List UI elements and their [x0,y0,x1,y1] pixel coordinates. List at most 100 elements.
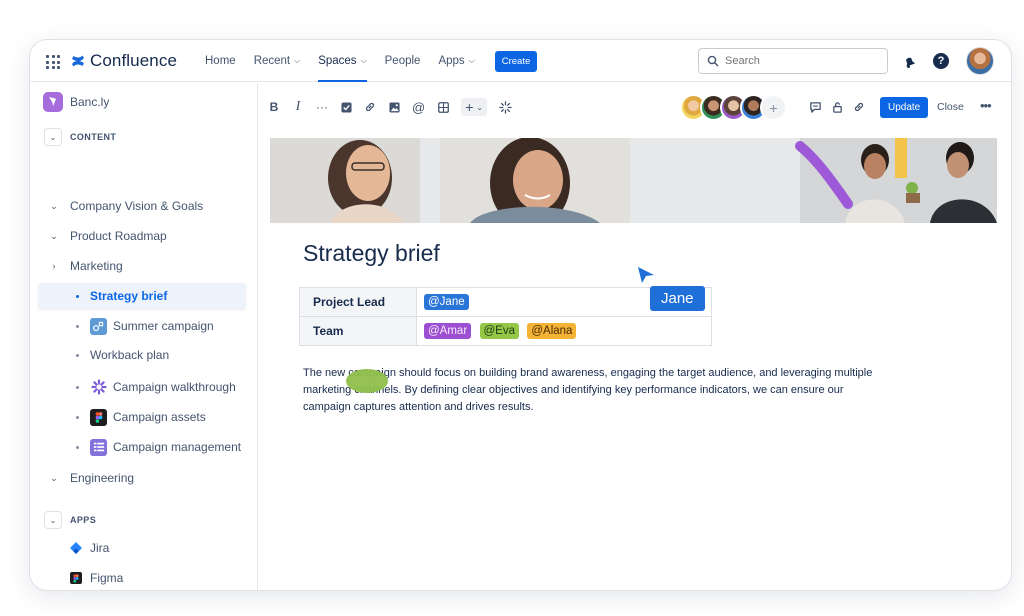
checkbox-button[interactable] [340,98,352,116]
app-switcher-icon[interactable] [46,55,60,69]
more-actions-button[interactable]: ••• [980,98,992,113]
sidebar: Banc.ly ⌄ CONTENT ⌄ Company Vision & Goa… [30,83,258,590]
chevron-down-icon: ⌵ [468,56,475,65]
chevron-down-icon: ⌵ [294,56,301,65]
add-collaborator-icon[interactable]: + [760,94,787,121]
image-icon[interactable] [388,98,400,116]
help-icon[interactable]: ? [932,52,950,70]
page-header-image [270,138,997,223]
table-icon[interactable] [437,98,449,116]
content-section-header[interactable]: ⌄ CONTENT [44,128,116,146]
mention-eva[interactable]: @Eva [479,323,519,339]
figma-icon [70,572,82,584]
chevron-down-icon: ⌄ [44,128,62,146]
notifications-icon[interactable] [900,52,918,70]
sidebar-app-label: Figma [90,571,124,585]
sidebar-item-marketing[interactable]: › Marketing [30,253,257,279]
sidebar-item-strategy-brief[interactable]: Strategy brief [38,283,246,309]
mention-jane[interactable]: @Jane [424,294,469,310]
database-icon [90,438,107,456]
sidebar-item-label: Product Roadmap [70,229,167,243]
loom-icon [90,379,107,396]
collaborator-highlight [346,369,388,393]
bullet-icon [76,294,79,298]
sidebar-app-jira[interactable]: Jira [70,541,109,555]
mention-icon[interactable]: @ [412,98,425,116]
mention-amar[interactable]: @Amar [424,323,472,339]
nav-recent-label: Recent [253,55,291,67]
search-input[interactable] [725,55,875,67]
space-icon [43,92,63,112]
sidebar-app-label: Jira [90,541,110,555]
body-line: campaign captures attention and drives r… [303,401,534,413]
sidebar-item-summer-campaign[interactable]: Summer campaign [30,313,257,339]
space-name: Banc.ly [70,95,110,109]
bullet-icon [76,415,79,419]
whiteboard-icon [90,317,107,335]
mention-alana[interactable]: @Alana [527,323,577,339]
sidebar-item-workback-plan[interactable]: Workback plan [30,342,257,368]
sidebar-item-campaign-assets[interactable]: Campaign assets [30,404,257,430]
collaborator-cursor-icon [638,267,654,283]
sidebar-item-campaign-walkthrough[interactable]: Campaign walkthrough [30,374,257,400]
bullet-icon [76,353,79,357]
bold-button[interactable]: B [268,98,280,116]
editor-right-tools [809,98,874,116]
collaborator-avatars[interactable]: + [680,94,787,121]
table-row: Team @Amar @Eva @Alana [299,316,712,346]
table-header-cell[interactable]: Team [299,316,417,346]
body-line: marketing channels. By defining clear ob… [303,384,844,396]
nav-apps-label: Apps [438,55,465,67]
nav-home[interactable]: Home [205,40,236,82]
profile-avatar[interactable] [966,47,994,75]
sidebar-item-label: Summer campaign [113,319,214,333]
nav-people[interactable]: People [385,40,421,82]
table-cell[interactable]: @Amar @Eva @Alana [416,316,712,346]
chevron-down-icon: ⌄ [50,230,58,241]
copy-link-icon[interactable] [853,98,865,116]
ai-icon[interactable] [499,98,512,116]
search-icon [707,55,719,67]
italic-button[interactable]: I [292,98,304,116]
sidebar-item-label: Workback plan [90,348,170,362]
nav-people-label: People [384,55,421,67]
body-line: The new campaign should focus on buildin… [303,367,873,379]
sidebar-item-label: Campaign assets [113,410,206,424]
sidebar-item-label: Strategy brief [90,289,168,303]
collaborator-cursor-label: Jane [650,286,705,311]
restrictions-icon[interactable] [831,98,844,116]
sidebar-item-label: Engineering [70,471,135,485]
bullet-icon [76,445,79,449]
nav-spaces[interactable]: Spaces ⌵ [318,40,368,82]
comment-icon[interactable] [809,98,822,116]
update-button[interactable]: Update [880,97,929,118]
figma-icon [90,408,107,426]
sidebar-item-campaign-management[interactable]: Campaign management [30,434,257,460]
sidebar-item-product-roadmap[interactable]: ⌄ Product Roadmap [30,223,257,249]
chevron-down-icon: ⌄ [44,511,62,529]
link-icon[interactable] [364,98,376,116]
space-header[interactable]: Banc.ly [43,92,109,112]
close-button[interactable]: Close [937,101,964,113]
sidebar-item-company-vision[interactable]: ⌄ Company Vision & Goals [30,193,257,219]
more-formatting-button[interactable]: ··· [316,98,328,116]
jira-icon [70,542,82,554]
confluence-logo[interactable]: Confluence [71,51,177,71]
create-button[interactable]: Create [494,50,538,72]
nav-apps[interactable]: Apps ⌵ [438,40,474,82]
sidebar-item-label: Company Vision & Goals [70,199,204,213]
sidebar-item-label: Marketing [70,259,123,273]
page-body[interactable]: The new campaign should focus on buildin… [303,365,933,416]
app-name: Confluence [90,51,178,70]
sidebar-app-figma[interactable]: Figma [70,571,123,585]
insert-menu-button[interactable]: + ⌄ [461,98,488,116]
chevron-down-icon: ⌄ [50,472,58,483]
sidebar-item-engineering[interactable]: ⌄ Engineering [30,465,257,491]
bullet-icon [76,385,79,389]
page-title[interactable]: Strategy brief [303,240,440,267]
sidebar-item-label: Campaign management [113,440,242,454]
nav-recent[interactable]: Recent ⌵ [254,40,301,82]
apps-section-header[interactable]: ⌄ APPS [44,511,96,529]
search-box[interactable] [698,48,888,74]
table-header-cell[interactable]: Project Lead [299,287,417,317]
